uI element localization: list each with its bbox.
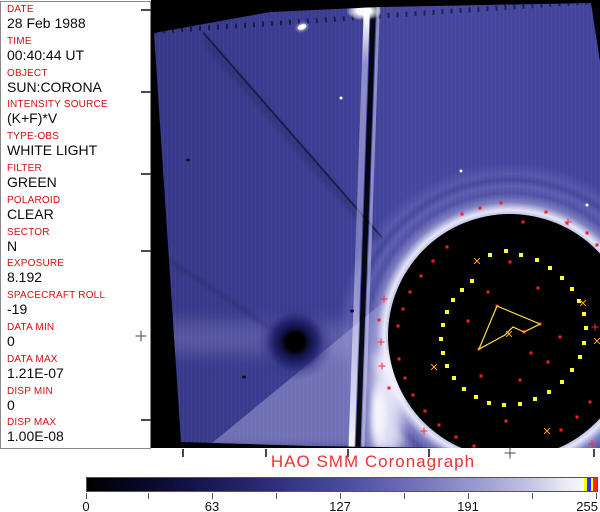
field-label-disp-max: DISP MAX xyxy=(7,417,57,429)
field-value-type-obs: WHITE LIGHT xyxy=(7,142,98,159)
field-time: TIME 00:40:44 UT xyxy=(7,36,147,64)
field-value-data-min: 0 xyxy=(7,333,15,349)
colorbar-major-tick xyxy=(340,493,341,499)
colorbar-tick-label: 191 xyxy=(457,499,479,512)
field-object: OBJECT SUN:CORONA xyxy=(7,68,147,96)
page-title: HAO SMM Coronagraph xyxy=(270,452,476,471)
colorbar-saturation-stripe xyxy=(593,478,597,491)
intensity-colorbar xyxy=(86,477,598,492)
field-label-filter: FILTER xyxy=(7,163,42,174)
pylon-top-flare xyxy=(347,3,381,20)
field-label-time: TIME xyxy=(7,35,32,47)
field-disp-min: DISP MIN 0 xyxy=(7,386,147,414)
field-sector: SECTOR N xyxy=(7,227,147,255)
field-spacecraft-roll: SPACECRAFT ROLL -19 xyxy=(7,290,147,318)
colorbar-tick-label: 0 xyxy=(82,499,90,512)
colorbar-major-tick xyxy=(86,493,87,499)
field-label-spacecraft-roll: SPACECRAFT ROLL xyxy=(7,290,106,302)
field-value-time: 00:40:44 UT xyxy=(7,46,85,63)
colorbar-major-tick xyxy=(212,493,213,499)
field-label-disp-min: DISP MIN xyxy=(7,385,53,397)
colorbar-tick-label: 255 xyxy=(576,499,598,512)
field-exposure: EXPOSURE 8.192 xyxy=(7,258,147,286)
field-date: DATE 28 Feb 1988 xyxy=(7,4,147,32)
field-value-polaroid: CLEAR xyxy=(7,205,54,222)
frame-tick-bottom xyxy=(182,449,184,457)
field-value-filter: GREEN xyxy=(7,174,57,190)
field-filter: FILTER GREEN xyxy=(7,163,147,191)
field-value-date: 28 Feb 1988 xyxy=(7,15,86,31)
field-value-intensity-source: (K+F)*V xyxy=(7,110,58,127)
field-value-sector: N xyxy=(7,237,18,254)
field-value-object: SUN:CORONA xyxy=(7,78,102,95)
field-label-data-max: DATA MAX xyxy=(7,353,58,365)
field-label-polaroid: POLAROID xyxy=(7,194,61,206)
field-disp-max: DISP MAX 1.00E-08 xyxy=(7,417,147,445)
colorbar-tick-label: 63 xyxy=(204,499,220,512)
colorbar-major-tick xyxy=(468,493,469,499)
field-data-min: DATA MIN 0 xyxy=(7,322,147,350)
field-intensity-source: INTENSITY SOURCE (K+F)*V xyxy=(7,99,147,127)
field-polaroid: POLAROID CLEAR xyxy=(7,195,147,223)
colorbar-minor-tick xyxy=(148,493,149,499)
field-label-exposure: EXPOSURE xyxy=(7,258,65,270)
metadata-sidebar: DATE 28 Feb 1988 TIME 00:40:44 UT OBJECT SUN:… xyxy=(0,1,151,449)
field-value-data-max: 1.21E-07 xyxy=(7,364,64,381)
field-label-sector: SECTOR xyxy=(7,226,50,238)
colorbar-tick-label: 127 xyxy=(329,499,351,512)
colorbar-major-tick xyxy=(596,493,597,499)
field-value-spacecraft-roll: -19 xyxy=(7,301,28,318)
field-label-intensity-source: INTENSITY SOURCE xyxy=(7,99,108,111)
colorbar-minor-tick xyxy=(276,493,277,499)
field-label-type-obs: TYPE-OBS xyxy=(7,131,60,143)
colorbar-minor-tick xyxy=(404,493,405,499)
colorbar-minor-tick xyxy=(532,493,533,499)
field-value-disp-min: 0 xyxy=(7,396,15,413)
field-type-obs: TYPE-OBS WHITE LIGHT xyxy=(7,131,147,159)
coronagraph-frame xyxy=(154,3,600,448)
frame-tick-bottom xyxy=(593,449,595,457)
frame-plus-bottom xyxy=(504,447,516,459)
field-label-data-min: DATA MIN xyxy=(7,322,55,333)
smm-coronagraph-viewer: DATE 28 Feb 1988 TIME 00:40:44 UT OBJECT SUN:… xyxy=(0,0,600,512)
field-value-disp-max: 1.00E-08 xyxy=(7,428,64,445)
coronagraph-image-viewport xyxy=(151,0,600,448)
field-label-date: DATE xyxy=(7,4,34,15)
field-value-exposure: 8.192 xyxy=(7,269,43,286)
frame-tick-bottom xyxy=(265,449,267,457)
field-data-max: DATA MAX 1.21E-07 xyxy=(7,354,147,382)
field-label-object: OBJECT xyxy=(7,67,48,79)
